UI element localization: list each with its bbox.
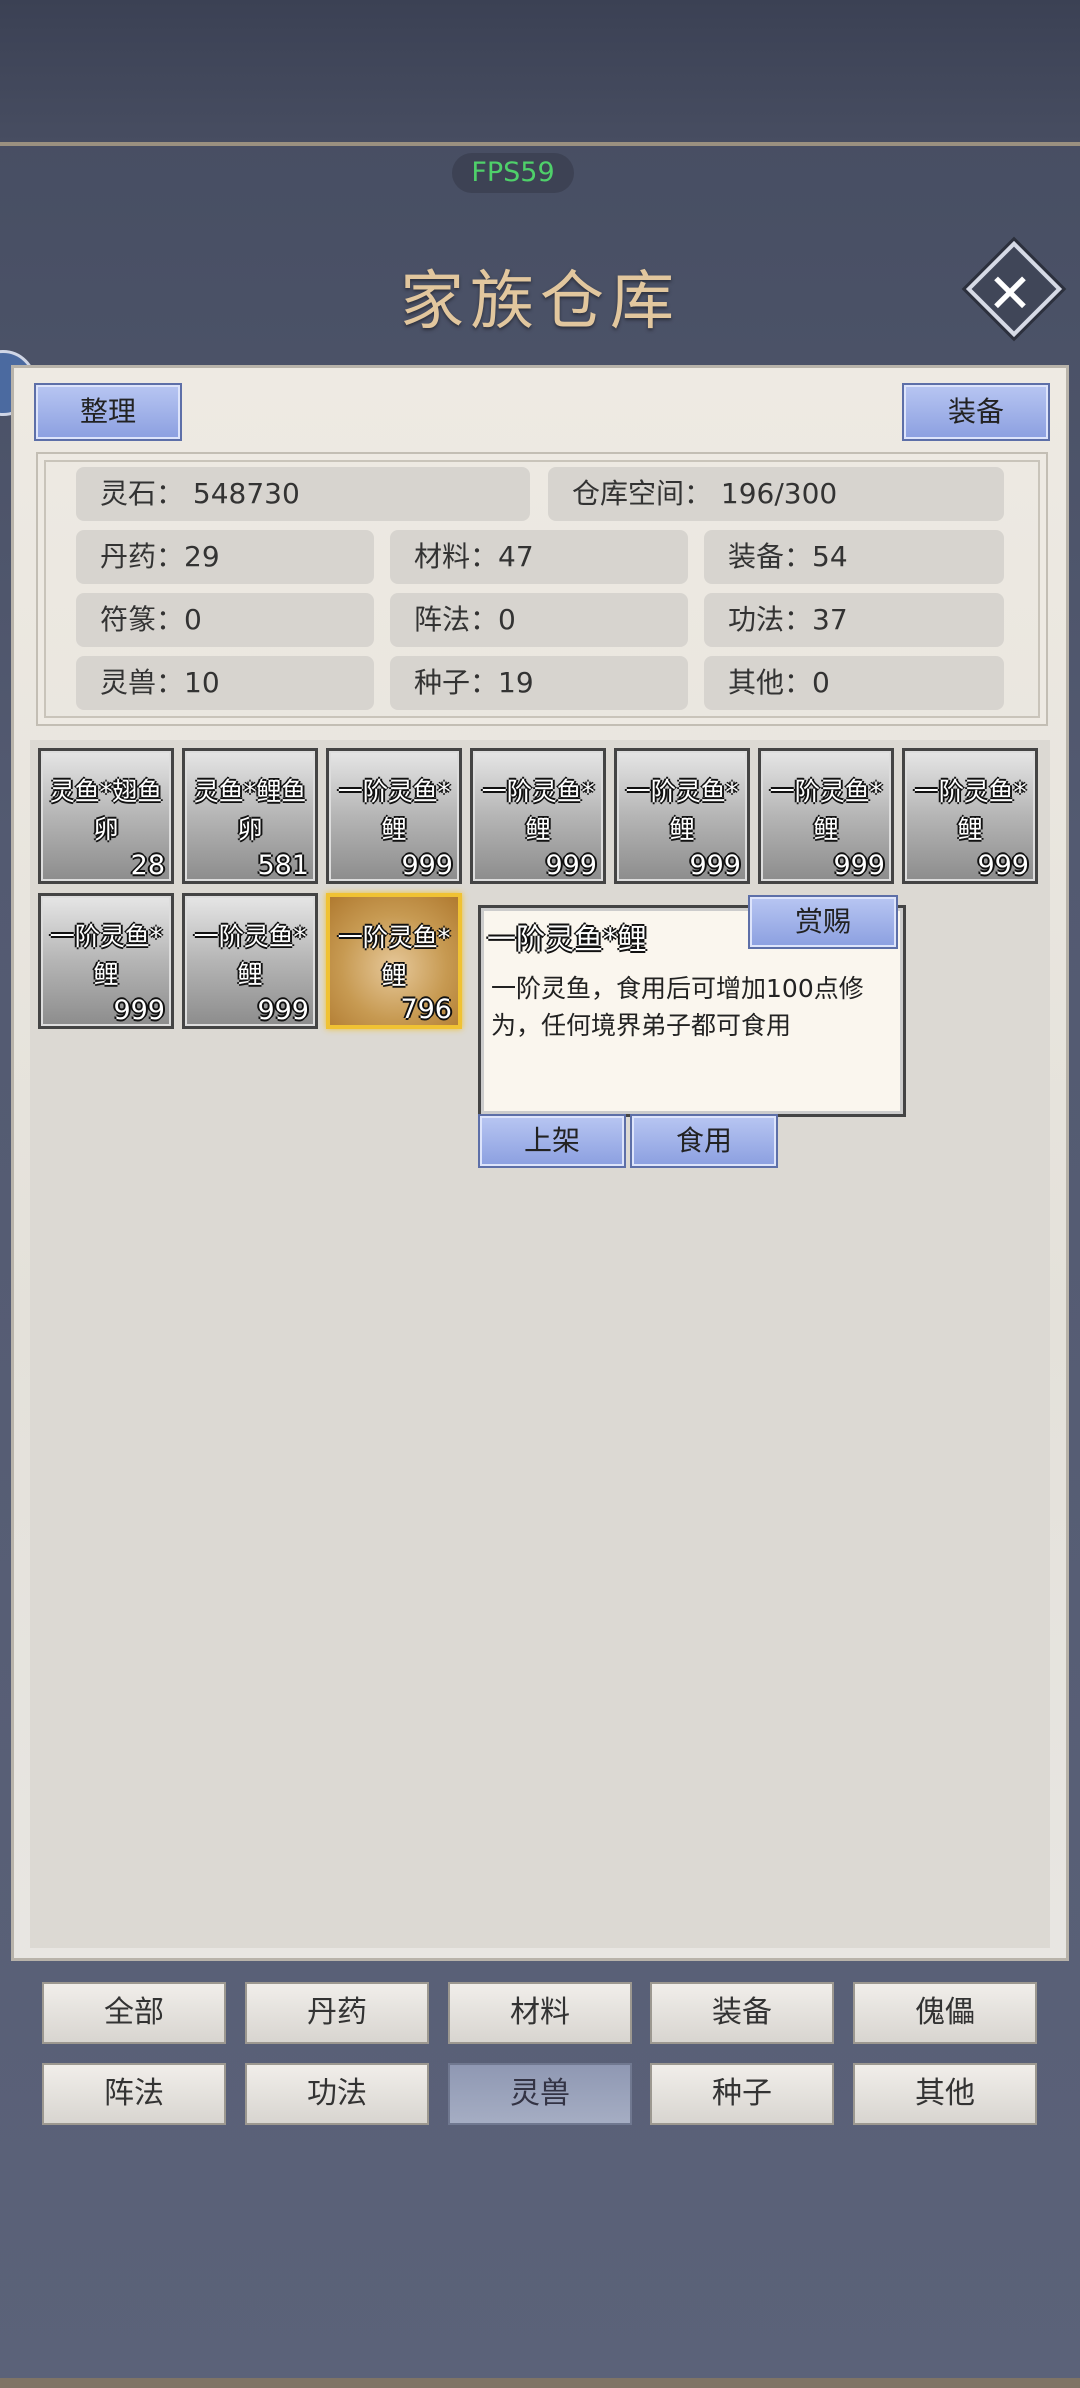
item-name: 灵鱼*翅鱼卵 xyxy=(49,777,163,844)
item-quantity: 999 xyxy=(113,995,165,1026)
category-formations[interactable]: 阵法 xyxy=(42,2063,226,2125)
category-others[interactable]: 其他 xyxy=(853,2063,1037,2125)
stat-pills: 丹药：29 xyxy=(76,530,374,584)
item-name: 一阶灵鱼*鲤 xyxy=(769,777,883,844)
item-name: 一阶灵鱼*鲤 xyxy=(337,777,451,844)
item-name: 一阶灵鱼*鲤 xyxy=(337,923,451,990)
item-name: 一阶灵鱼*鲤 xyxy=(193,922,307,989)
item-quantity: 796 xyxy=(400,994,452,1025)
item-quantity: 999 xyxy=(977,850,1029,881)
stat-others: 其他：0 xyxy=(704,656,1004,710)
stat-beasts: 灵兽：10 xyxy=(76,656,374,710)
stat-techniques: 功法：37 xyxy=(704,593,1004,647)
close-icon: ✕ xyxy=(987,262,1033,325)
page-title: 家族仓库 xyxy=(400,265,680,339)
item-quantity: 999 xyxy=(833,850,885,881)
item-quantity: 999 xyxy=(545,850,597,881)
item-slot[interactable]: 一阶灵鱼*鲤 999 xyxy=(470,748,606,884)
category-seeds[interactable]: 种子 xyxy=(650,2063,834,2125)
category-pills[interactable]: 丹药 xyxy=(245,1982,429,2044)
item-name: 一阶灵鱼*鲤 xyxy=(913,777,1027,844)
item-quantity: 28 xyxy=(130,850,165,881)
category-equipment[interactable]: 装备 xyxy=(650,1982,834,2044)
item-name: 一阶灵鱼*鲤 xyxy=(49,922,163,989)
category-all[interactable]: 全部 xyxy=(42,1982,226,2044)
item-name: 灵鱼*鲤鱼卵 xyxy=(193,777,307,844)
item-quantity: 999 xyxy=(401,850,453,881)
reward-button[interactable]: 赏赐 xyxy=(748,895,898,949)
fps-counter: FPS59 xyxy=(452,153,574,193)
item-slot[interactable]: 一阶灵鱼*鲤 999 xyxy=(182,893,318,1029)
item-quantity: 999 xyxy=(689,850,741,881)
top-bar xyxy=(0,0,1080,146)
stat-talismans: 符篆：0 xyxy=(76,593,374,647)
sort-button[interactable]: 整理 xyxy=(34,383,182,441)
item-slot-selected[interactable]: 一阶灵鱼*鲤 796 xyxy=(326,893,462,1029)
item-quantity: 999 xyxy=(257,995,309,1026)
item-slot[interactable]: 一阶灵鱼*鲤 999 xyxy=(614,748,750,884)
list-button[interactable]: 上架 xyxy=(478,1114,626,1168)
item-slot[interactable]: 灵鱼*鲤鱼卵 581 xyxy=(182,748,318,884)
equip-button[interactable]: 装备 xyxy=(902,383,1050,441)
item-slot[interactable]: 一阶灵鱼*鲤 999 xyxy=(902,748,1038,884)
stat-formations: 阵法：0 xyxy=(390,593,688,647)
category-techniques[interactable]: 功法 xyxy=(245,2063,429,2125)
item-slot[interactable]: 一阶灵鱼*鲤 999 xyxy=(326,748,462,884)
stat-materials: 材料：47 xyxy=(390,530,688,584)
item-slot[interactable]: 一阶灵鱼*鲤 999 xyxy=(758,748,894,884)
item-name: 一阶灵鱼*鲤 xyxy=(481,777,595,844)
item-name: 一阶灵鱼*鲤 xyxy=(625,777,739,844)
bottom-border xyxy=(0,2378,1080,2388)
category-puppets[interactable]: 傀儡 xyxy=(853,1982,1037,2044)
tooltip-description: 一阶灵鱼，食用后可增加100点修为，任何境界弟子都可食用 xyxy=(491,974,864,1040)
stat-seeds: 种子：19 xyxy=(390,656,688,710)
category-materials[interactable]: 材料 xyxy=(448,1982,632,2044)
tooltip-title: 一阶灵鱼*鲤 xyxy=(487,922,647,956)
item-quantity: 581 xyxy=(257,850,309,881)
item-slot[interactable]: 一阶灵鱼*鲤 999 xyxy=(38,893,174,1029)
eat-button[interactable]: 食用 xyxy=(630,1114,778,1168)
stat-storage: 仓库空间： 196/300 xyxy=(548,467,1004,521)
category-beasts[interactable]: 灵兽 xyxy=(448,2063,632,2125)
item-slot[interactable]: 灵鱼*翅鱼卵 28 xyxy=(38,748,174,884)
stat-spirit-stone: 灵石： 548730 xyxy=(76,467,530,521)
stat-equipment: 装备：54 xyxy=(704,530,1004,584)
